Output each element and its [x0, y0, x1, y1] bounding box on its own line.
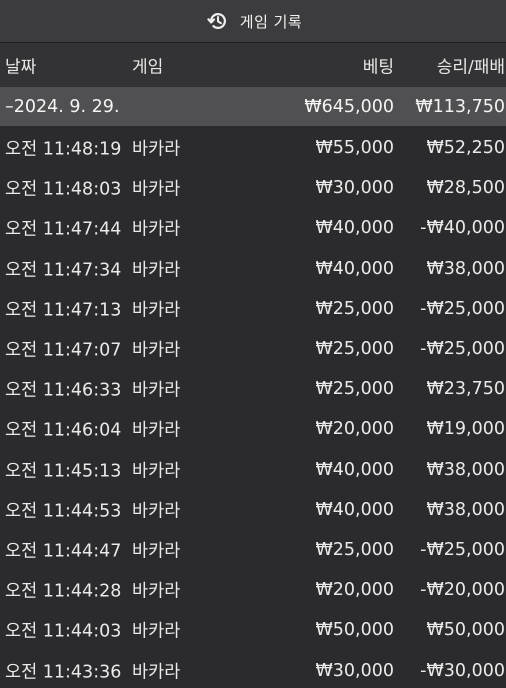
column-header-date[interactable]: 날짜: [5, 53, 36, 78]
column-header-result[interactable]: 승리/패배: [437, 53, 505, 78]
row-game: 바카라: [132, 662, 181, 683]
row-result: ₩28,500: [426, 178, 505, 199]
table-row[interactable]: 오전 11:48:19 바카라 ₩55,000 ₩52,250: [0, 128, 506, 168]
row-date: 오전 11:44:47: [5, 541, 122, 562]
table-row[interactable]: 오전 11:47:13 바카라 ₩25,000 -₩25,000: [0, 289, 506, 329]
row-result: -₩25,000: [420, 298, 505, 319]
row-result: -₩25,000: [420, 539, 505, 560]
row-game: 바카라: [132, 541, 181, 562]
row-result: -₩40,000: [420, 218, 505, 239]
table-row[interactable]: 오전 11:48:03 바카라 ₩30,000 ₩28,500: [0, 168, 506, 208]
row-game: 바카라: [132, 621, 181, 642]
row-bet: ₩50,000: [315, 620, 394, 641]
row-game: 바카라: [132, 581, 181, 602]
row-bet: ₩40,000: [315, 459, 394, 480]
row-game: 바카라: [132, 260, 181, 281]
table-row[interactable]: 오전 11:44:47 바카라 ₩25,000 -₩25,000: [0, 530, 506, 570]
history-table: –2024. 9. 29. ₩645,000 ₩113,750 오전 11:48…: [0, 87, 506, 688]
column-header-bet[interactable]: 베팅: [363, 53, 394, 78]
row-result: ₩50,000: [426, 620, 505, 641]
summary-date: –2024. 9. 29.: [5, 96, 120, 117]
title-group: 게임 기록: [206, 9, 302, 33]
table-row[interactable]: 오전 11:44:03 바카라 ₩50,000 ₩50,000: [0, 610, 506, 650]
row-result: -₩30,000: [420, 660, 505, 681]
table-row[interactable]: 오전 11:47:07 바카라 ₩25,000 -₩25,000: [0, 329, 506, 369]
row-date: 오전 11:47:13: [5, 300, 122, 321]
row-date: 오전 11:43:36: [5, 662, 122, 683]
row-result: -₩25,000: [420, 339, 505, 360]
table-row[interactable]: 오전 11:43:36 바카라 ₩30,000 -₩30,000: [0, 650, 506, 688]
row-bet: ₩30,000: [315, 178, 394, 199]
row-bet: ₩55,000: [315, 138, 394, 159]
row-game: 바카라: [132, 501, 181, 522]
table-row[interactable]: 오전 11:46:33 바카라 ₩25,000 ₩23,750: [0, 369, 506, 409]
row-date: 오전 11:44:53: [5, 501, 122, 522]
history-rows: 오전 11:48:19 바카라 ₩55,000 ₩52,250 오전 11:48:03 바…: [0, 128, 506, 688]
row-game: 바카라: [132, 461, 181, 482]
row-result: ₩38,000: [426, 459, 505, 480]
row-bet: ₩25,000: [315, 298, 394, 319]
page-title: 게임 기록: [239, 12, 303, 31]
table-row[interactable]: 오전 11:46:04 바카라 ₩20,000 ₩19,000: [0, 409, 506, 449]
row-game: 바카라: [132, 179, 181, 200]
row-bet: ₩20,000: [315, 419, 394, 440]
row-bet: ₩20,000: [315, 580, 394, 601]
row-bet: ₩40,000: [315, 499, 394, 520]
row-bet: ₩25,000: [315, 539, 394, 560]
row-date: 오전 11:46:33: [5, 380, 122, 401]
row-bet: ₩30,000: [315, 660, 394, 681]
row-game: 바카라: [132, 139, 181, 160]
game-history-panel: 게임 기록 날짜 게임 베팅 승리/패배 –2024. 9. 29. ₩645,…: [0, 0, 506, 688]
summary-result-total: ₩113,750: [415, 96, 505, 117]
history-icon: [206, 9, 230, 33]
row-result: ₩38,000: [426, 499, 505, 520]
row-result: ₩19,000: [426, 419, 505, 440]
row-game: 바카라: [132, 219, 181, 240]
table-row[interactable]: 오전 11:44:53 바카라 ₩40,000 ₩38,000: [0, 490, 506, 530]
row-date: 오전 11:48:03: [5, 179, 122, 200]
row-result: ₩38,000: [426, 258, 505, 279]
row-date: 오전 11:47:34: [5, 260, 122, 281]
row-bet: ₩25,000: [315, 379, 394, 400]
table-header: 날짜 게임 베팅 승리/패배: [0, 43, 506, 87]
column-header-game[interactable]: 게임: [132, 53, 163, 78]
row-bet: ₩25,000: [315, 339, 394, 360]
table-row[interactable]: 오전 11:47:44 바카라 ₩40,000 -₩40,000: [0, 208, 506, 248]
row-date: 오전 11:45:13: [5, 461, 122, 482]
row-date: 오전 11:44:28: [5, 581, 122, 602]
row-bet: ₩40,000: [315, 258, 394, 279]
row-date: 오전 11:47:07: [5, 340, 122, 361]
row-date: 오전 11:48:19: [5, 139, 122, 160]
row-date: 오전 11:44:03: [5, 621, 122, 642]
summary-bet-total: ₩645,000: [304, 96, 394, 117]
row-date: 오전 11:47:44: [5, 219, 122, 240]
row-result: ₩52,250: [426, 138, 505, 159]
row-game: 바카라: [132, 300, 181, 321]
row-game: 바카라: [132, 420, 181, 441]
row-bet: ₩40,000: [315, 218, 394, 239]
row-result: ₩23,750: [426, 379, 505, 400]
row-result: -₩20,000: [420, 580, 505, 601]
table-row[interactable]: 오전 11:47:34 바카라 ₩40,000 ₩38,000: [0, 249, 506, 289]
row-game: 바카라: [132, 380, 181, 401]
table-row[interactable]: 오전 11:45:13 바카라 ₩40,000 ₩38,000: [0, 450, 506, 490]
row-game: 바카라: [132, 340, 181, 361]
date-group-summary-row[interactable]: –2024. 9. 29. ₩645,000 ₩113,750: [0, 87, 506, 126]
table-row[interactable]: 오전 11:44:28 바카라 ₩20,000 -₩20,000: [0, 570, 506, 610]
title-bar: 게임 기록: [0, 0, 506, 43]
row-date: 오전 11:46:04: [5, 420, 122, 441]
